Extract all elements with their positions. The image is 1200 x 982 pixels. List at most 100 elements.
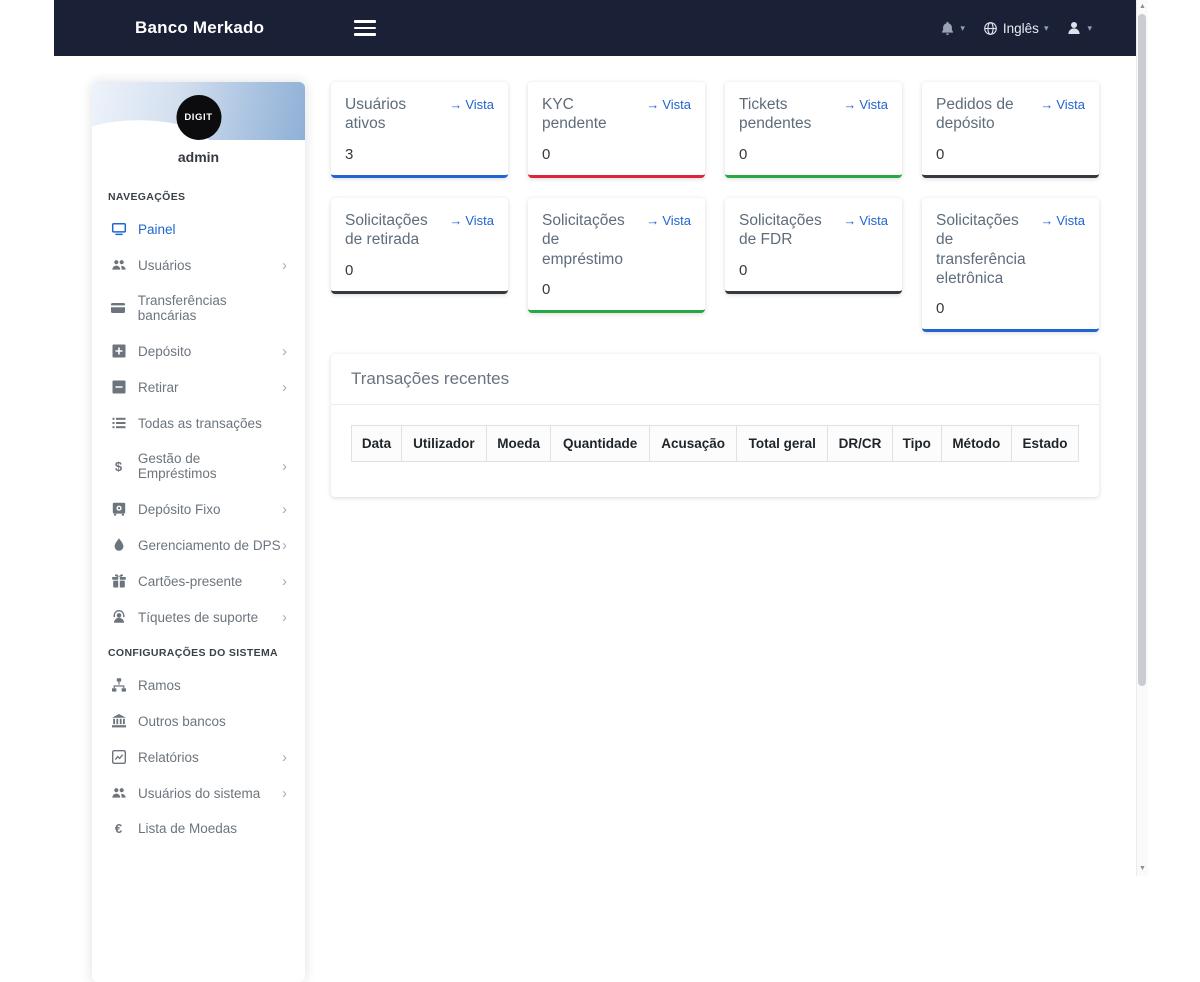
gift-icon — [110, 573, 127, 589]
sidebar-item-outros-bancos[interactable]: Outros bancos — [108, 703, 289, 739]
scroll-down-arrow-icon[interactable]: ▼ — [1137, 863, 1148, 875]
view-link[interactable]: → Vista — [449, 97, 494, 134]
stat-cards-row-2: Solicitações de retirada → Vista 0 Solici… — [331, 197, 1099, 333]
view-link[interactable]: → Vista — [843, 213, 888, 250]
droplet-icon — [110, 537, 127, 553]
view-link[interactable]: → Vista — [646, 97, 691, 134]
stat-card-value: 0 — [936, 300, 945, 318]
branch-sitemap-icon — [110, 677, 127, 693]
column-header-utilizador: Utilizador — [400, 425, 487, 463]
stat-card-title: Tickets pendentes — [739, 96, 812, 133]
sidebar-item-relatorios[interactable]: Relatórios › — [108, 739, 289, 775]
sidebar-item-label: Todas as transações — [138, 415, 262, 431]
stat-card-title: Solicitações de transferência eletrônica — [936, 211, 1026, 287]
brand-title[interactable]: Banco Merkado — [135, 18, 264, 38]
sidebar-item-label: Gerenciamento de DPS — [138, 537, 281, 553]
transactions-table-header-row: Data Utilizador Moeda Quantidade Acusaçã… — [351, 425, 1080, 463]
stat-card-value: 0 — [542, 145, 551, 163]
sidebar-item-label: Tíquetes de suporte — [138, 609, 259, 625]
withdraw-minus-icon — [110, 379, 127, 395]
chevron-down-icon: ▾ — [1043, 22, 1049, 33]
sidebar-item-usuarios-do-sistema[interactable]: Usuários do sistema › — [108, 775, 289, 811]
arrow-right-icon: → — [449, 97, 463, 112]
sidebar-item-painel[interactable]: Painel — [108, 211, 289, 247]
sidebar-item-label: Usuários — [138, 257, 192, 273]
sidebar-item-label: Depósito — [138, 343, 192, 359]
users-icon — [110, 257, 127, 273]
stat-card-pedidos-de-deposito: Pedidos de depósito → Vista 0 — [922, 82, 1099, 178]
sidebar-item-usuarios[interactable]: Usuários › — [108, 247, 289, 283]
user-icon — [1066, 20, 1082, 36]
sidebar-item-ramos[interactable]: Ramos — [108, 667, 289, 703]
stat-card-value: 0 — [936, 145, 945, 163]
sidebar-item-retirar[interactable]: Retirar › — [108, 369, 289, 405]
sidebar-item-deposito[interactable]: Depósito › — [108, 333, 289, 369]
section-label-navigation: NAVEGAÇÕES — [108, 191, 186, 203]
stat-card-title: Pedidos de depósito — [936, 96, 1014, 133]
recent-transactions-title: Transações recentes — [331, 354, 1099, 406]
column-header-quantidade: Quantidade — [550, 425, 650, 463]
view-link[interactable]: → Vista — [1040, 213, 1085, 289]
arrow-right-icon: → — [1040, 212, 1054, 228]
sidebar-item-transferencias-bancarias[interactable]: Transferências bancárias — [108, 283, 289, 333]
sidebar-item-label: Relatórios — [138, 749, 199, 765]
sidebar-item-label: Gestão de Empréstimos — [137, 451, 217, 481]
safe-icon — [110, 501, 127, 517]
stat-card-value: 0 — [739, 145, 748, 163]
column-header-moeda: Moeda — [485, 425, 552, 463]
language-label: Inglês — [1002, 20, 1039, 36]
chevron-right-icon: › — [282, 784, 287, 802]
system-users-icon — [110, 785, 127, 801]
sidebar-item-gestao-de-emprestimos[interactable]: $ Gestão de Empréstimos › — [108, 441, 289, 491]
sidebar-item-lista-de-moedas[interactable]: € Lista de Moedas — [108, 811, 289, 846]
sidebar-item-deposito-fixo[interactable]: Depósito Fixo › — [108, 491, 289, 527]
view-link[interactable]: → Vista — [843, 97, 888, 134]
stat-card-value: 0 — [345, 261, 354, 279]
chevron-right-icon: › — [282, 378, 287, 396]
sidebar-item-todas-as-transacoes[interactable]: Todas as transações — [108, 405, 289, 441]
notifications-button[interactable]: ▾ — [940, 20, 965, 36]
hamburger-bar — [354, 33, 377, 36]
deposit-plus-icon — [110, 343, 127, 359]
column-header-drcr: DR/CR — [827, 425, 893, 463]
navbar-actions: ▾ Inglês ▾ ▾ — [940, 20, 1092, 36]
stat-cards-row-1: Usuários ativos → Vista 3 KYC pendente → V… — [331, 82, 1099, 178]
list-icon — [110, 415, 127, 431]
user-menu[interactable]: ▾ — [1066, 20, 1092, 36]
scroll-up-arrow-icon[interactable]: ▲ — [1137, 1, 1148, 13]
chevron-right-icon: › — [282, 536, 287, 554]
column-header-metodo: Método — [940, 425, 1012, 463]
view-link[interactable]: → Vista — [449, 213, 494, 250]
sidebar: DIGIT admin NAVEGAÇÕES Painel Usuários ›… — [92, 82, 305, 982]
main-content: Usuários ativos → Vista 3 KYC pendente → V… — [331, 82, 1099, 498]
sidebar-item-label: Ramos — [138, 677, 181, 693]
sidebar-item-cartoes-presente[interactable]: Cartões-presente › — [108, 563, 289, 599]
sidebar-item-label: Depósito Fixo — [138, 501, 221, 517]
sidebar-item-tiquetes-de-suporte[interactable]: Tíquetes de suporte › — [108, 599, 289, 635]
language-selector[interactable]: Inglês ▾ — [983, 20, 1049, 36]
stat-card-usuarios-ativos: Usuários ativos → Vista 3 — [331, 82, 508, 178]
stat-card-value: 0 — [542, 280, 551, 298]
arrow-right-icon: → — [646, 97, 660, 112]
sidebar-item-gerenciamento-de-dps[interactable]: Gerenciamento de DPS › — [108, 527, 289, 563]
sidebar-item-label: Transferências bancárias — [137, 293, 227, 323]
chevron-right-icon: › — [282, 457, 287, 475]
scrollbar-thumb[interactable] — [1138, 14, 1146, 686]
bank-icon — [110, 713, 127, 729]
column-header-data: Data — [351, 425, 402, 463]
chevron-right-icon: › — [282, 500, 287, 518]
stat-card-solicitacoes-de-transferencia: Solicitações de transferência eletrônica… — [922, 197, 1099, 333]
support-headset-icon — [110, 609, 127, 625]
view-link[interactable]: → Vista — [1040, 97, 1085, 134]
username: admin — [177, 149, 220, 165]
vertical-scrollbar[interactable]: ▲ ▼ — [1136, 0, 1148, 876]
top-navbar: Banco Merkado ▾ Inglês ▾ ▾ — [54, 0, 1136, 56]
stat-card-title: Solicitações de retirada — [345, 211, 428, 249]
view-link[interactable]: → Vista — [646, 213, 691, 269]
menu-toggle-icon[interactable] — [350, 16, 380, 39]
euro-icon: € — [114, 821, 123, 836]
recent-transactions-card: Transações recentes Data Utilizador Moed… — [331, 354, 1099, 498]
transactions-table: Data Utilizador Moeda Quantidade Acusaçã… — [351, 425, 1080, 463]
column-header-acusacao: Acusação — [648, 425, 738, 463]
sidebar-item-label: Outros bancos — [138, 713, 226, 729]
